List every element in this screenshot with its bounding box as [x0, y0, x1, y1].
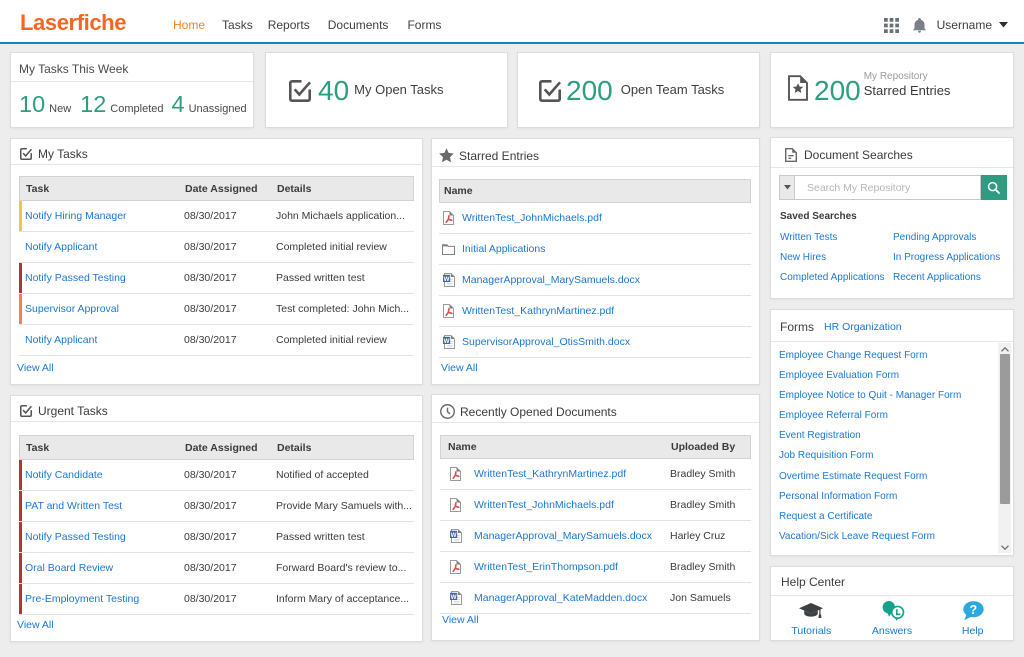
- svg-text:W: W: [444, 338, 450, 345]
- svg-text:W: W: [451, 594, 457, 601]
- svg-text:W: W: [451, 532, 457, 539]
- svg-text:W: W: [444, 276, 450, 283]
- svg-text:?: ?: [969, 603, 977, 617]
